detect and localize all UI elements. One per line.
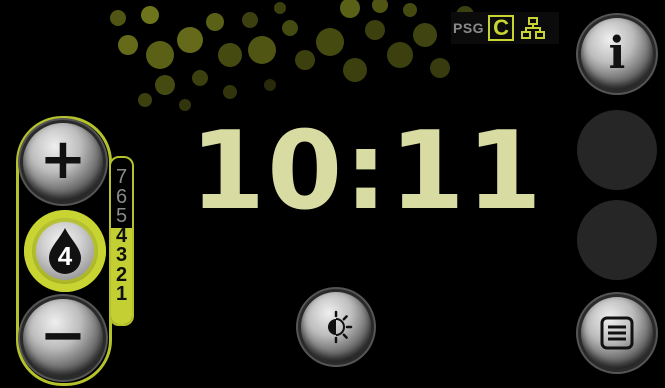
empty-button-slot	[577, 200, 657, 280]
unit-celsius-badge[interactable]: C	[488, 15, 515, 41]
menu-button[interactable]	[581, 297, 653, 369]
level-indicator: 4	[24, 210, 106, 292]
scale-level: 3	[115, 244, 128, 266]
list-icon	[600, 316, 634, 350]
scale-level: 7	[115, 166, 128, 188]
status-bar: PSG C	[451, 12, 559, 44]
scale-level: 5	[115, 205, 128, 227]
minus-icon: −	[39, 303, 87, 368]
plus-icon: +	[39, 127, 87, 192]
info-icon: i	[608, 28, 626, 79]
clock-display: 10:11	[190, 109, 544, 234]
brightness-icon	[328, 310, 353, 344]
decrease-button[interactable]: −	[23, 299, 103, 377]
scale-numbers: 7 6 5 4 3 2 1	[111, 166, 132, 305]
level-inner: 4	[36, 222, 94, 280]
brightness-button[interactable]	[301, 292, 371, 362]
level-scale: 7 6 5 4 3 2 1	[109, 156, 134, 326]
increase-button[interactable]: +	[23, 123, 103, 201]
empty-button-slot	[577, 110, 657, 190]
info-button[interactable]: i	[581, 18, 653, 90]
level-value: 4	[57, 241, 73, 271]
scale-level: 1	[115, 283, 128, 305]
network-icon	[521, 17, 546, 39]
psg-label: PSG	[453, 20, 485, 36]
